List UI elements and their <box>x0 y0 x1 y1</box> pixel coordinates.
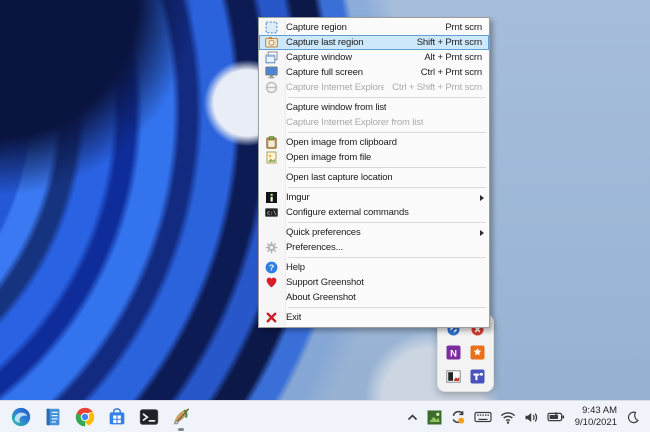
image-file-icon <box>263 151 280 165</box>
menu-separator <box>288 167 486 168</box>
no-icon <box>263 171 280 185</box>
menu-item-label: About Greenshot <box>286 292 356 303</box>
submenu-arrow-icon <box>480 194 484 201</box>
menu-item-label: Open image from clipboard <box>286 137 397 148</box>
menu-item-quick-preferences[interactable]: Quick preferences <box>259 225 489 240</box>
taskbar-app-icons <box>8 404 194 431</box>
menu-item-label: Capture region <box>286 22 347 33</box>
capture-window-icon <box>263 51 280 65</box>
menu-separator <box>288 222 486 223</box>
chevron-up-icon[interactable] <box>402 404 423 430</box>
greenshot-context-menu: Capture region Prnt scrn Capture last regi… <box>258 17 490 328</box>
menu-item-help[interactable]: ? Help <box>259 260 489 275</box>
menu-item-configure-external-commands[interactable]: c:\ Configure external commands <box>259 205 489 220</box>
menu-item-label: Help <box>286 262 305 273</box>
taskbar-edge-icon[interactable] <box>8 404 34 430</box>
taskbar-tray-area: 9:43 AM 9/10/2021 <box>402 401 643 432</box>
svg-text:?: ? <box>269 263 274 273</box>
taskbar-notepad-icon[interactable] <box>40 404 66 430</box>
menu-item-label: Capture window from list <box>286 102 387 113</box>
context-menu-items: Capture region Prnt scrn Capture last regi… <box>259 20 489 325</box>
menu-item-label: Capture full screen <box>286 67 363 78</box>
no-icon <box>263 101 280 115</box>
no-icon <box>263 116 280 130</box>
menu-item-capture-window-from-list[interactable]: Capture window from list <box>259 100 489 115</box>
menu-separator <box>288 187 486 188</box>
clock-time: 9:43 AM <box>582 405 617 417</box>
menu-item-preferences[interactable]: Preferences... <box>259 240 489 255</box>
desktop: N Capture region Prnt scrn Capture last re… <box>0 0 650 432</box>
menu-separator <box>288 132 486 133</box>
menu-item-capture-full-screen[interactable]: Capture full screen Ctrl + Prnt scrn <box>259 65 489 80</box>
menu-item-label: Open last capture location <box>286 172 393 183</box>
submenu-arrow-icon <box>480 229 484 236</box>
menu-item-exit[interactable]: Exit <box>259 310 489 325</box>
exit-icon <box>263 311 280 325</box>
orange-app-icon[interactable] <box>467 343 487 363</box>
menu-item-capture-ie-from-list: Capture Internet Explorer from list <box>259 115 489 130</box>
menu-item-capture-internet-explorer: Capture Internet Explorer Ctrl + Shift + … <box>259 80 489 95</box>
menu-item-open-image-from-file[interactable]: Open image from file <box>259 150 489 165</box>
heart-icon <box>263 276 280 290</box>
svg-text:N: N <box>450 349 457 360</box>
capture-last-region-icon <box>263 36 280 50</box>
menu-item-support-greenshot[interactable]: Support Greenshot <box>259 275 489 290</box>
cmd-icon: c:\ <box>263 206 280 220</box>
menu-item-shortcut: Alt + Prnt scrn <box>424 52 482 63</box>
onenote-icon[interactable]: N <box>444 343 464 363</box>
clock-date: 9/10/2021 <box>574 417 617 428</box>
menu-item-shortcut: Ctrl + Prnt scrn <box>420 67 482 78</box>
menu-item-shortcut: Prnt scrn <box>445 22 482 33</box>
menu-separator <box>288 97 486 98</box>
ie-icon <box>263 81 280 95</box>
taskbar: 9:43 AM 9/10/2021 <box>0 400 650 432</box>
menu-item-label: Capture last region <box>286 37 364 48</box>
menu-item-shortcut: Ctrl + Shift + Prnt scrn <box>392 82 482 93</box>
taskbar-greenshot-icon[interactable] <box>168 404 194 431</box>
no-icon <box>263 226 280 240</box>
sync-icon[interactable] <box>446 404 470 430</box>
battery-icon[interactable] <box>543 404 569 430</box>
teams-icon[interactable] <box>467 366 487 386</box>
menu-item-capture-region[interactable]: Capture region Prnt scrn <box>259 20 489 35</box>
menu-item-label: Support Greenshot <box>286 277 364 288</box>
menu-separator <box>288 257 486 258</box>
menu-item-label: Capture Internet Explorer <box>286 82 385 93</box>
keyboard-icon[interactable] <box>470 404 496 430</box>
taskbar-store-icon[interactable] <box>104 404 130 430</box>
help-icon: ? <box>263 261 280 275</box>
menu-item-label: Quick preferences <box>286 227 361 238</box>
menu-item-about-greenshot[interactable]: About Greenshot <box>259 290 489 305</box>
menu-item-imgur[interactable]: Imgur <box>259 190 489 205</box>
menu-separator <box>288 307 486 308</box>
taskbar-clock[interactable]: 9:43 AM 9/10/2021 <box>569 405 622 429</box>
capture-region-icon <box>263 21 280 35</box>
menu-item-open-image-from-clipboard[interactable]: Open image from clipboard <box>259 135 489 150</box>
svg-text:c:\: c:\ <box>267 211 276 217</box>
gear-icon <box>263 241 280 255</box>
menu-item-capture-window[interactable]: Capture window Alt + Prnt scrn <box>259 50 489 65</box>
clipboard-icon <box>263 136 280 150</box>
menu-item-shortcut: Shift + Prnt scrn <box>416 37 482 48</box>
menu-item-capture-last-region[interactable]: Capture last region Shift + Prnt scrn <box>259 35 489 50</box>
capture-full-screen-icon <box>263 66 280 80</box>
menu-item-label: Exit <box>286 312 302 323</box>
menu-item-label: Configure external commands <box>286 207 409 218</box>
menu-item-label: Capture Internet Explorer from list <box>286 117 424 128</box>
no-icon <box>263 291 280 305</box>
greenshot-tray-icon[interactable] <box>423 404 446 430</box>
volume-icon[interactable] <box>520 404 543 430</box>
wifi-icon[interactable] <box>496 404 520 430</box>
taskbar-terminal-icon[interactable] <box>136 404 162 430</box>
moon-icon[interactable] <box>622 404 643 430</box>
taskbar-chrome-icon[interactable] <box>72 404 98 430</box>
menu-item-open-last-capture-location[interactable]: Open last capture location <box>259 170 489 185</box>
imgur-icon <box>263 191 280 205</box>
menu-item-label: Imgur <box>286 192 310 203</box>
running-indicator <box>178 428 184 431</box>
menu-item-label: Open image from file <box>286 152 372 163</box>
menu-item-label: Preferences... <box>286 242 344 253</box>
menu-item-label: Capture window <box>286 52 353 63</box>
photo-app-icon[interactable] <box>444 366 464 386</box>
